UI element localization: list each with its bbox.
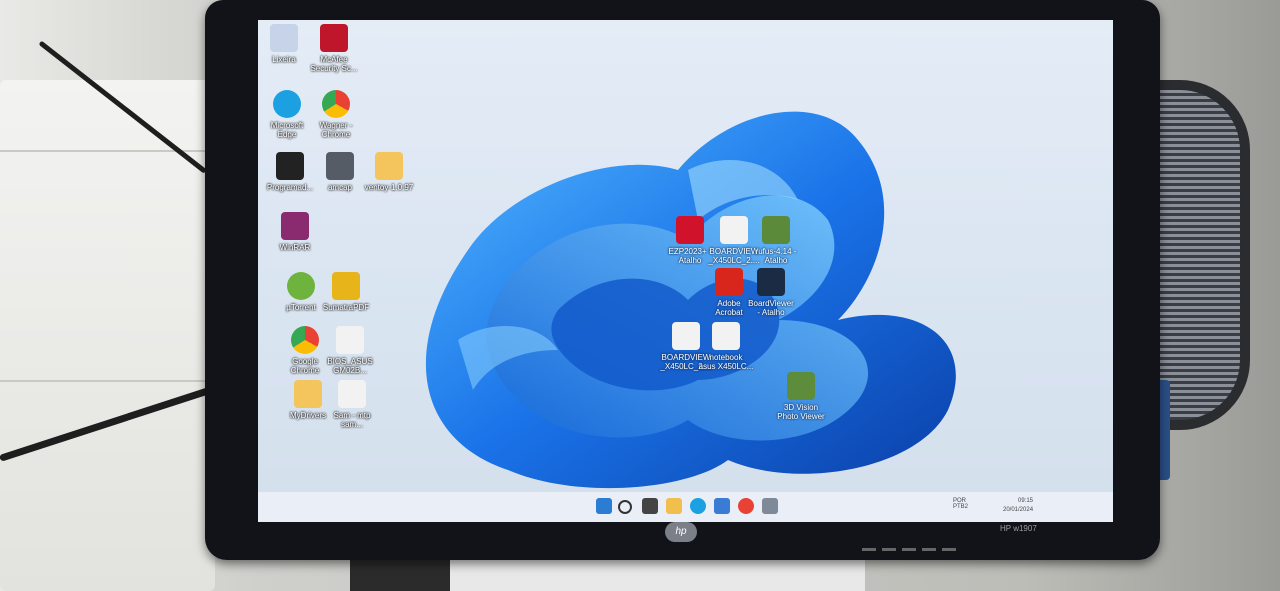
monitor-stand-shadow (350, 555, 460, 591)
chrome-profile-icon (322, 90, 350, 118)
edge-icon[interactable] (690, 498, 706, 514)
edge-icon (273, 90, 301, 118)
recycle-bin-icon (270, 24, 298, 52)
store-icon[interactable] (714, 498, 730, 514)
desktop-icon-boardviewer[interactable]: BoardViewer - Atalho (735, 268, 807, 317)
file-icon (336, 326, 364, 354)
chip-programmer-icon (276, 152, 304, 180)
desktop-icon-wagner-chrome[interactable]: Wagner - Chrome (300, 90, 372, 139)
chrome-icon[interactable] (738, 498, 754, 514)
pdf-reader-icon (332, 272, 360, 300)
rufus-usb-icon (762, 216, 790, 244)
desktop-icon-rufus[interactable]: rufus-4.14 - Atalho (740, 216, 812, 265)
winrar-icon (281, 212, 309, 240)
desktop-icon-3d-vision-photo-viewer[interactable]: 3D Vision Photo Viewer (765, 372, 837, 421)
hp-logo: hp (665, 522, 697, 542)
start-icon[interactable] (596, 498, 612, 514)
clock-time[interactable]: 09:15 (1018, 498, 1033, 504)
monitor-buttons[interactable] (862, 538, 982, 551)
desktop-screen: Lixeira McAfee Security Sc... Microsoft … (258, 20, 1113, 522)
desktop-icon-bios-file[interactable]: BIOS_ASUS GM02B... (314, 326, 386, 375)
clock-date[interactable]: 20/01/2024 (1003, 507, 1033, 513)
file-icon (712, 322, 740, 350)
file-icon (338, 380, 366, 408)
language-indicator[interactable]: POR PTB2 (953, 498, 968, 510)
taskbar: POR PTB2 09:15 20/01/2024 (258, 492, 1113, 522)
camera-icon (326, 152, 354, 180)
folder-icon (375, 152, 403, 180)
desktop-icon-mcafee[interactable]: McAfee Security Sc... (298, 24, 370, 73)
desktop-icon-samsung-file[interactable]: Sam - mtp sam... (316, 380, 388, 429)
desktop-icon-ventoy[interactable]: ventoy-1.0.97 (353, 152, 425, 192)
search-icon[interactable] (618, 500, 632, 514)
mcafee-icon (320, 24, 348, 52)
windows-bloom-wallpaper (425, 111, 956, 489)
desktop-icon-notebook-file[interactable]: notebook asus X450LC... (690, 322, 762, 371)
desktop-icon-sumatrapdf[interactable]: SumatraPDF (310, 272, 382, 312)
photo-viewer-icon (787, 372, 815, 400)
task-view-icon[interactable] (642, 498, 658, 514)
desktop-icon-winrar[interactable]: WinRAR (259, 212, 331, 252)
file-explorer-icon[interactable] (666, 498, 682, 514)
boardviewer-icon (757, 268, 785, 296)
monitor-model-label: HP w1907 (1000, 524, 1037, 533)
app-icon[interactable] (762, 498, 778, 514)
